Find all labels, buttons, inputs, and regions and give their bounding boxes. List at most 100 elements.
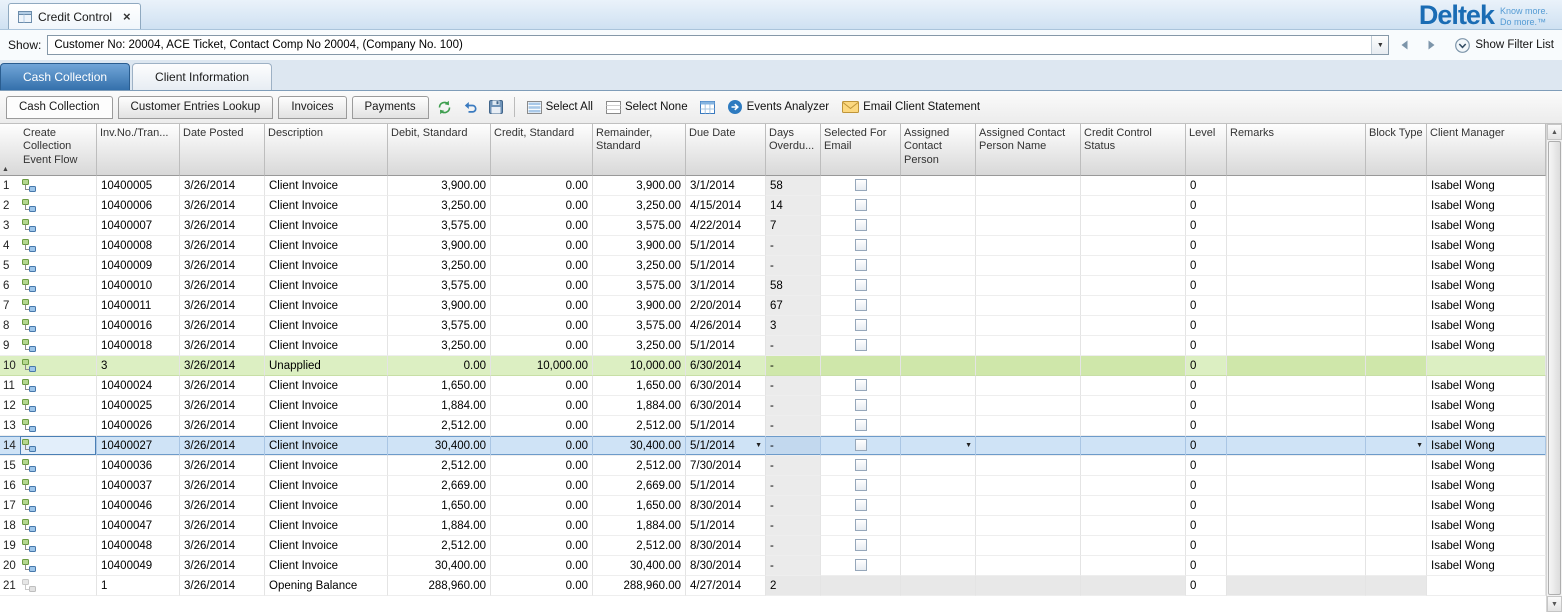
- create-collection-event-flow-icon[interactable]: [22, 439, 36, 452]
- cell-credit-control-status[interactable]: [1081, 456, 1186, 476]
- selected-for-email-checkbox[interactable]: [855, 419, 867, 431]
- cell-remainder-standard[interactable]: 1,650.00: [593, 496, 686, 516]
- cell-assigned-contact-person[interactable]: ▼: [901, 436, 976, 456]
- cell-selected-for-email[interactable]: [821, 256, 901, 276]
- cell-selected-for-email[interactable]: [821, 516, 901, 536]
- cell-description[interactable]: Client Invoice: [265, 556, 388, 576]
- create-collection-event-flow-cell[interactable]: [20, 256, 97, 276]
- cell-date-posted[interactable]: 3/26/2014: [180, 256, 265, 276]
- cell-remainder-standard[interactable]: 3,250.00: [593, 256, 686, 276]
- cell-description[interactable]: Client Invoice: [265, 396, 388, 416]
- cell-assigned-contact-person-name[interactable]: [976, 396, 1081, 416]
- cell-due-date[interactable]: 4/26/2014: [686, 316, 766, 336]
- selected-for-email-checkbox[interactable]: [855, 319, 867, 331]
- cell-credit-control-status[interactable]: [1081, 176, 1186, 196]
- email-client-statement-button[interactable]: Email Client Statement: [842, 101, 980, 113]
- back-arrow-icon[interactable]: [1395, 36, 1415, 54]
- cell-credit-control-status[interactable]: [1081, 336, 1186, 356]
- create-collection-event-flow-cell[interactable]: [20, 476, 97, 496]
- cell-remainder-standard[interactable]: 2,512.00: [593, 456, 686, 476]
- cell-assigned-contact-person[interactable]: [901, 576, 976, 596]
- cell-remarks[interactable]: [1227, 276, 1366, 296]
- create-collection-event-flow-icon[interactable]: [22, 419, 36, 432]
- cell-due-date[interactable]: 8/30/2014: [686, 496, 766, 516]
- cell-assigned-contact-person-name[interactable]: [976, 496, 1081, 516]
- cell-date-posted[interactable]: 3/26/2014: [180, 496, 265, 516]
- selected-for-email-checkbox[interactable]: [855, 219, 867, 231]
- show-filter-list-button[interactable]: Show Filter List: [1455, 38, 1554, 53]
- cell-credit-standard[interactable]: 0.00: [491, 536, 593, 556]
- cell-description[interactable]: Unapplied: [265, 356, 388, 376]
- cell-remarks[interactable]: [1227, 356, 1366, 376]
- vertical-scrollbar[interactable]: ▲ ▼: [1546, 124, 1562, 612]
- cell-client-manager[interactable]: Isabel Wong: [1427, 536, 1546, 556]
- create-collection-event-flow-icon[interactable]: [22, 379, 36, 392]
- cell-credit-standard[interactable]: 0.00: [491, 376, 593, 396]
- cell-level[interactable]: 0: [1186, 316, 1227, 336]
- cell-credit-standard[interactable]: 0.00: [491, 176, 593, 196]
- cell-days-overdue[interactable]: 7: [766, 216, 821, 236]
- cell-remainder-standard[interactable]: 3,575.00: [593, 276, 686, 296]
- col-header-debit-standard[interactable]: Debit, Standard: [388, 124, 491, 176]
- cell-due-date[interactable]: 4/22/2014: [686, 216, 766, 236]
- cell-days-overdue[interactable]: -: [766, 516, 821, 536]
- cell-inv-no[interactable]: 10400036: [97, 456, 180, 476]
- cell-remarks[interactable]: [1227, 176, 1366, 196]
- cell-inv-no[interactable]: 10400011: [97, 296, 180, 316]
- cell-date-posted[interactable]: 3/26/2014: [180, 296, 265, 316]
- cell-assigned-contact-person-name[interactable]: [976, 316, 1081, 336]
- cell-assigned-contact-person[interactable]: [901, 256, 976, 276]
- selected-for-email-checkbox[interactable]: [855, 279, 867, 291]
- cell-assigned-contact-person-name[interactable]: [976, 476, 1081, 496]
- row-number[interactable]: 9: [0, 336, 20, 356]
- table-row[interactable]: 2104000063/26/2014Client Invoice3,250.00…: [0, 196, 1546, 216]
- cell-days-overdue[interactable]: -: [766, 376, 821, 396]
- cell-assigned-contact-person[interactable]: [901, 476, 976, 496]
- cell-inv-no[interactable]: 10400027: [97, 436, 180, 456]
- cell-level[interactable]: 0: [1186, 196, 1227, 216]
- table-row[interactable]: 2113/26/2014Opening Balance288,960.000.0…: [0, 576, 1546, 596]
- cell-level[interactable]: 0: [1186, 576, 1227, 596]
- row-number[interactable]: 20: [0, 556, 20, 576]
- cell-block-type[interactable]: [1366, 236, 1427, 256]
- cell-remainder-standard[interactable]: 3,900.00: [593, 236, 686, 256]
- cell-assigned-contact-person[interactable]: [901, 296, 976, 316]
- subtab-customer-entries-lookup[interactable]: Customer Entries Lookup: [118, 96, 274, 119]
- cell-due-date[interactable]: 5/1/2014: [686, 476, 766, 496]
- cell-description[interactable]: Opening Balance: [265, 576, 388, 596]
- cell-remarks[interactable]: [1227, 316, 1366, 336]
- cell-selected-for-email[interactable]: [821, 356, 901, 376]
- row-number[interactable]: 19: [0, 536, 20, 556]
- cell-due-date[interactable]: 8/30/2014: [686, 556, 766, 576]
- cell-description[interactable]: Client Invoice: [265, 496, 388, 516]
- cell-remainder-standard[interactable]: 2,512.00: [593, 536, 686, 556]
- cell-remarks[interactable]: [1227, 216, 1366, 236]
- cell-inv-no[interactable]: 10400037: [97, 476, 180, 496]
- table-row[interactable]: 19104000483/26/2014Client Invoice2,512.0…: [0, 536, 1546, 556]
- cell-remarks[interactable]: [1227, 516, 1366, 536]
- row-number[interactable]: 14: [0, 436, 20, 456]
- create-collection-event-flow-icon[interactable]: [22, 259, 36, 272]
- cell-description[interactable]: Client Invoice: [265, 316, 388, 336]
- cell-client-manager[interactable]: Isabel Wong: [1427, 276, 1546, 296]
- cell-description[interactable]: Client Invoice: [265, 436, 388, 456]
- cell-client-manager[interactable]: Isabel Wong: [1427, 236, 1546, 256]
- cell-level[interactable]: 0: [1186, 296, 1227, 316]
- cell-due-date[interactable]: 6/30/2014: [686, 396, 766, 416]
- table-row[interactable]: 1104000053/26/2014Client Invoice3,900.00…: [0, 176, 1546, 196]
- selected-for-email-checkbox[interactable]: [855, 559, 867, 571]
- cell-debit-standard[interactable]: 1,650.00: [388, 496, 491, 516]
- cell-days-overdue[interactable]: 3: [766, 316, 821, 336]
- cell-due-date[interactable]: 2/20/2014: [686, 296, 766, 316]
- cell-date-posted[interactable]: 3/26/2014: [180, 376, 265, 396]
- table-row[interactable]: 5104000093/26/2014Client Invoice3,250.00…: [0, 256, 1546, 276]
- col-header-credit-standard[interactable]: Credit, Standard: [491, 124, 593, 176]
- cell-debit-standard[interactable]: 3,575.00: [388, 276, 491, 296]
- table-row[interactable]: 8104000163/26/2014Client Invoice3,575.00…: [0, 316, 1546, 336]
- cell-assigned-contact-person-name[interactable]: [976, 276, 1081, 296]
- cell-due-date[interactable]: 5/1/2014: [686, 516, 766, 536]
- cell-credit-control-status[interactable]: [1081, 576, 1186, 596]
- table-row[interactable]: 20104000493/26/2014Client Invoice30,400.…: [0, 556, 1546, 576]
- cell-description[interactable]: Client Invoice: [265, 336, 388, 356]
- cell-assigned-contact-person-name[interactable]: [976, 376, 1081, 396]
